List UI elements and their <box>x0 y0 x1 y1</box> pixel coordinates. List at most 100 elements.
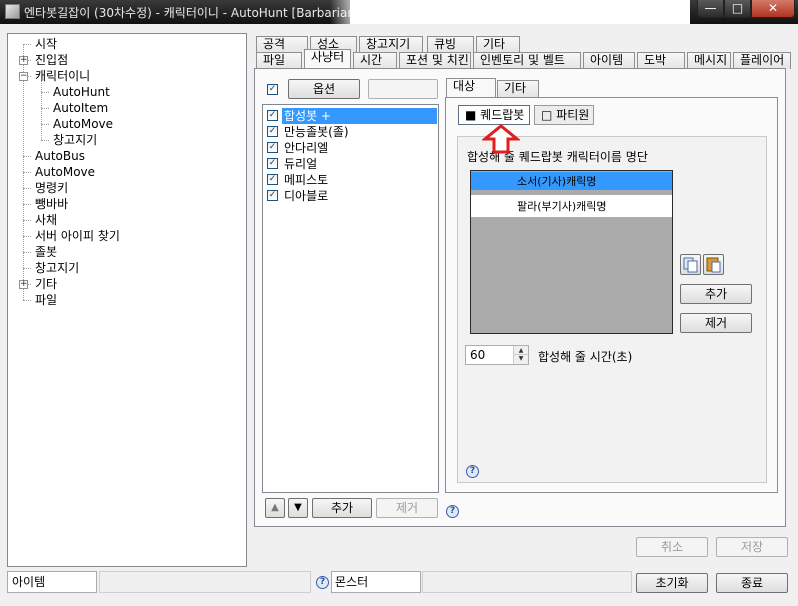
tree-item[interactable]: AutoHunt <box>53 84 110 100</box>
save-button[interactable]: 저장 <box>716 537 788 557</box>
settings-tree[interactable]: 시작 + 진입점 − 캐릭터이니 AutoHunt AutoItem AutoMove 창고지기… <box>7 33 247 567</box>
remove-character-button[interactable]: 제거 <box>376 498 438 518</box>
character-checkbox[interactable]: ✓ <box>267 142 278 153</box>
options-extra-button <box>368 79 438 99</box>
tab-row2[interactable]: 메시지 <box>687 52 731 69</box>
item-status-field: 아이템 <box>7 571 97 593</box>
time-label: 합성해 줄 시간(초) <box>538 350 633 364</box>
tree-item[interactable]: AutoBus <box>35 148 85 164</box>
status-help-icon[interactable]: ? <box>316 576 329 589</box>
tree-item[interactable]: 졸봇 <box>35 244 57 260</box>
close-window-button[interactable]: ✕ <box>751 0 795 18</box>
tab-row2[interactable]: 아이템 <box>583 52 635 69</box>
name-row-text: 소서(기사)캐릭명 <box>517 175 597 188</box>
title-bar-blank-area <box>350 0 690 24</box>
item-status-value <box>99 571 311 593</box>
collapse-icon[interactable]: − <box>19 72 28 81</box>
tree-item[interactable]: 사채 <box>35 212 57 228</box>
character-checkbox[interactable]: ✓ <box>267 174 278 185</box>
name-row[interactable]: 팔라(부기사)캐릭명 <box>471 195 672 217</box>
tree-item[interactable]: 서버 아이피 찾기 <box>35 228 120 244</box>
spin-up-icon[interactable]: ▲ <box>514 346 528 355</box>
monster-status-field: 몬스터 <box>331 571 421 593</box>
character-list-item[interactable]: 듀리얼 <box>282 156 437 172</box>
tree-item[interactable]: 시작 <box>35 36 57 52</box>
tree-line <box>23 252 31 253</box>
tab-row2[interactable]: 파일 <box>256 52 302 69</box>
tab-row2[interactable]: 인벤토리 및 벨트 <box>473 52 581 69</box>
character-list-item[interactable]: 메피스토 <box>282 172 437 188</box>
character-checkbox[interactable]: ✓ <box>267 110 278 121</box>
character-list[interactable]: ✓ 합성봇 + ✓ 만능졸봇(졸) ✓ 안다리엘 ✓ 듀리얼 ✓ 메피스토 ✓ 디아블로 <box>262 104 439 493</box>
character-checkbox[interactable]: ✓ <box>267 158 278 169</box>
copy-button[interactable] <box>680 254 701 275</box>
tree-item[interactable]: 캐릭터이니 <box>35 68 90 84</box>
tree-item[interactable]: 창고지기 <box>35 260 79 276</box>
paste-button[interactable] <box>703 254 724 275</box>
subtab-party-member[interactable]: □ 파티원 <box>534 105 594 125</box>
cancel-button[interactable]: 취소 <box>636 537 708 557</box>
tree-item[interactable]: 창고지기 <box>53 132 97 148</box>
drop-bot-name-list[interactable]: 소서(기사)캐릭명 팔라(부기사)캐릭명 <box>470 170 673 334</box>
title-bar: 엔타봇길잡이 (30차수정) - 캐릭터이니 - AutoHunt [Barba… <box>0 0 798 24</box>
enable-checkbox[interactable]: ✓ <box>267 84 278 95</box>
options-button[interactable]: 옵션 <box>288 79 360 99</box>
maximize-button[interactable]: □ <box>724 0 751 18</box>
tree-line <box>41 108 49 109</box>
character-list-item[interactable]: 디아블로 <box>282 188 437 204</box>
move-down-button[interactable]: ▼ <box>288 498 308 518</box>
remove-name-button[interactable]: 제거 <box>680 313 752 333</box>
tab-row1[interactable]: 큐빙 <box>427 36 474 53</box>
tab-row2[interactable]: 시간 <box>353 52 397 69</box>
tab-row1[interactable]: 기타 <box>476 36 520 53</box>
character-checkbox[interactable]: ✓ <box>267 126 278 137</box>
tree-line <box>23 156 31 157</box>
time-spinner[interactable]: ▲ ▼ <box>513 346 528 364</box>
reset-button[interactable]: 초기화 <box>636 573 708 593</box>
add-character-button[interactable]: 추가 <box>312 498 372 518</box>
move-up-button[interactable]: ▲ <box>265 498 285 518</box>
tree-item[interactable]: 명령키 <box>35 180 68 196</box>
name-row-text: 팔라(부기사)캐릭명 <box>517 200 607 213</box>
tree-line <box>23 204 31 205</box>
tree-line <box>41 124 49 125</box>
spin-down-icon[interactable]: ▼ <box>514 355 528 364</box>
tab-row1[interactable]: 창고지기 <box>359 36 423 53</box>
tree-item[interactable]: 진입점 <box>35 52 68 68</box>
tab-row2[interactable]: 사냥터 <box>304 49 351 68</box>
name-row-selected[interactable]: 소서(기사)캐릭명 <box>471 172 672 190</box>
tab-row1[interactable]: 공격 <box>256 36 308 53</box>
tree-item[interactable]: AutoItem <box>53 100 108 116</box>
tab-etc[interactable]: 기타 <box>497 80 539 97</box>
tree-line <box>23 220 31 221</box>
minimize-button[interactable]: — <box>697 0 724 18</box>
character-list-item[interactable]: 안다리엘 <box>282 140 437 156</box>
tab-row2[interactable]: 포션 및 치킨 <box>399 52 471 69</box>
tree-item[interactable]: 파일 <box>35 292 57 308</box>
tree-line <box>41 92 49 93</box>
character-list-item[interactable]: 만능졸봇(졸) <box>282 124 437 140</box>
tree-item[interactable]: 뺑바바 <box>35 196 68 212</box>
expand-icon[interactable]: + <box>19 56 28 65</box>
tab-target[interactable]: 대상 <box>446 78 496 97</box>
add-name-button[interactable]: 추가 <box>680 284 752 304</box>
tree-item[interactable]: AutoMove <box>53 116 113 132</box>
window-title: 엔타봇길잡이 (30차수정) - 캐릭터이니 - AutoHunt [Barba… <box>24 6 350 20</box>
tree-item[interactable]: AutoMove <box>35 164 95 180</box>
exit-button[interactable]: 종료 <box>716 573 788 593</box>
character-list-item[interactable]: 합성봇 + <box>282 108 437 124</box>
tab-row2[interactable]: 도박 <box>637 52 685 69</box>
character-checkbox[interactable]: ✓ <box>267 190 278 201</box>
tree-line <box>23 44 31 45</box>
expand-icon[interactable]: + <box>19 280 28 289</box>
tree-item[interactable]: 기타 <box>35 276 57 292</box>
tab-row2[interactable]: 플레이어 <box>733 52 791 69</box>
tree-line <box>23 268 31 269</box>
help-icon[interactable]: ? <box>446 505 459 518</box>
help-icon[interactable]: ? <box>466 465 479 478</box>
tree-line <box>23 300 31 301</box>
paste-icon <box>706 257 721 273</box>
tree-line <box>23 172 31 173</box>
subtab-quest-drop-bot[interactable]: ■ 퀘드랍봇 <box>458 105 530 125</box>
copy-icon <box>683 257 698 273</box>
